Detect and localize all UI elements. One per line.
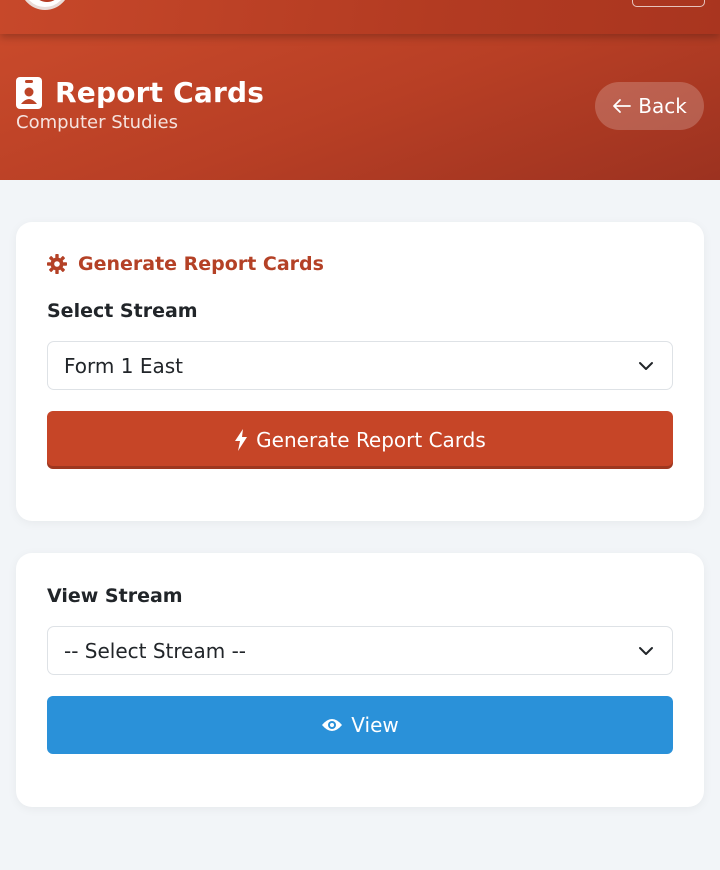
back-button-label: Back	[638, 94, 687, 118]
view-stream-select[interactable]: -- Select Stream --	[47, 626, 673, 675]
page-subtitle: Computer Studies	[16, 112, 178, 133]
select-stream-label: Select Stream	[47, 300, 198, 322]
page-header: Report Cards Computer Studies Back	[0, 34, 720, 180]
id-badge-icon	[16, 76, 42, 109]
generate-stream-select[interactable]: Form 1 East	[47, 341, 673, 390]
chevron-down-icon	[639, 362, 653, 370]
view-stream-label: View Stream	[47, 585, 183, 607]
chevron-down-icon	[639, 647, 653, 655]
view-button-label: View	[351, 713, 399, 737]
top-navbar	[0, 0, 720, 34]
menu-toggle-button[interactable]	[632, 0, 705, 7]
eye-icon	[322, 719, 343, 731]
view-stream-value: -- Select Stream --	[64, 638, 247, 663]
card-heading-text: Generate Report Cards	[78, 253, 324, 275]
gear-icon	[47, 254, 67, 274]
generate-report-cards-button[interactable]: Generate Report Cards	[47, 411, 673, 469]
bolt-icon	[235, 429, 248, 451]
arrow-left-icon	[613, 99, 632, 113]
page-title-row: Report Cards	[16, 76, 264, 109]
page-title: Report Cards	[55, 76, 265, 109]
generate-button-label: Generate Report Cards	[256, 428, 486, 452]
generate-stream-value: Form 1 East	[64, 353, 183, 378]
school-logo[interactable]	[20, 0, 70, 10]
card-heading: Generate Report Cards	[47, 253, 324, 275]
view-report-cards-card: View Stream -- Select Stream -- View	[16, 553, 704, 807]
back-button[interactable]: Back	[595, 82, 704, 130]
generate-report-cards-card: Generate Report Cards Select Stream Form…	[16, 222, 704, 521]
view-button[interactable]: View	[47, 696, 673, 754]
